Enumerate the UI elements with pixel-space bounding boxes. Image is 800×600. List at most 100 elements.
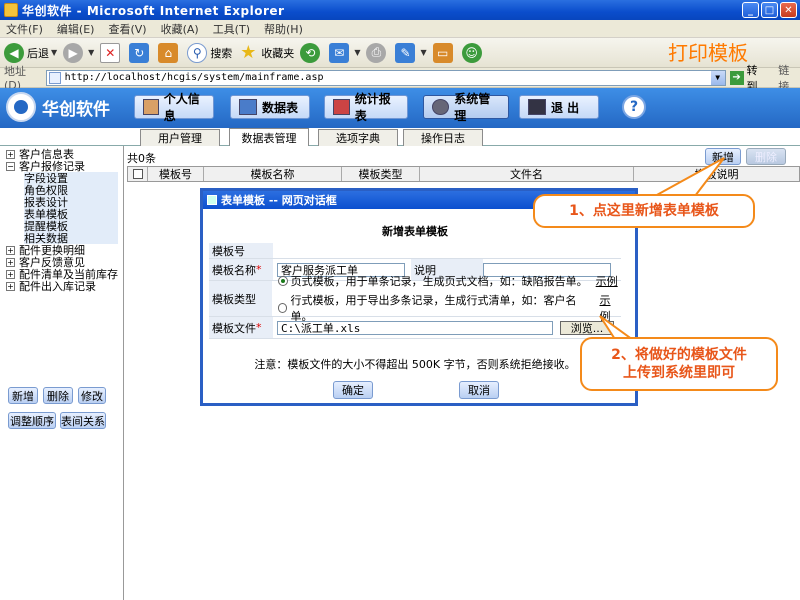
table-relations-button[interactable]: 表间关系 (60, 412, 106, 429)
person-icon (143, 99, 159, 115)
collapse-icon[interactable]: − (6, 161, 15, 171)
browser-toolbar: ◀ 后退 ▼ ▶ ▼ ✕ ↻ ⌂ ⚲ 搜索 ★ 收藏夹 ⟲ ✉ ▼ ⎙ ✎ ▼ ▭ … (0, 38, 800, 68)
dialog-icon (207, 195, 217, 205)
window-titlebar: 华创软件 - Microsoft Internet Explorer _ □ ✕ (0, 0, 800, 20)
left-panel: + 客户信息表 − 客户报修记录 字段设置 角色权限 报表设计 表单模板 提醒模板 … (0, 146, 124, 600)
expand-icon[interactable]: + (6, 149, 15, 159)
radio-selected-icon[interactable] (277, 276, 288, 286)
tab-user-management[interactable]: 用户管理 (140, 129, 220, 146)
cancel-button[interactable]: 取消 (459, 381, 499, 399)
page-icon (48, 71, 61, 84)
column-header: 模板类型 (342, 167, 420, 181)
callout-two-line2: 上传到系统里即可 (623, 365, 735, 381)
template-id-label: 模板号 (209, 243, 273, 258)
forward-button[interactable]: ▶ ▼ (63, 42, 94, 63)
template-file-input[interactable]: C:\派工单.xls (277, 320, 553, 335)
radio-icon[interactable] (277, 303, 288, 313)
app-header: 华创软件 个人信息 数据表 统计报表 系统管理 退 出 ? (0, 88, 800, 128)
left-delete-button[interactable]: 删除 (43, 387, 73, 404)
back-arrow-icon: ◀ (4, 42, 24, 63)
menu-tools[interactable]: 工具(T) (213, 21, 250, 37)
nav-logout-label: 退 出 (551, 100, 580, 115)
logo-icon (6, 92, 36, 122)
add-template-button[interactable]: 新增 (705, 148, 741, 165)
page-template-label: 页式模板，用于单条记录，生成页式文档，如：缺陷报告单。 (290, 275, 588, 288)
help-button[interactable]: ? (622, 95, 646, 119)
expand-icon[interactable]: + (6, 245, 15, 255)
forward-arrow-icon: ▶ (63, 42, 84, 63)
stop-button[interactable]: ✕ (100, 42, 123, 63)
nav-system-admin[interactable]: 系统管理 (423, 92, 509, 123)
column-header: 模板号 (148, 167, 204, 181)
favorites-button[interactable]: ★ 收藏夹 (238, 42, 295, 63)
address-bar: 地址(D) http://localhost/hcgis/system/main… (0, 64, 800, 93)
expand-icon[interactable]: + (6, 269, 15, 279)
template-file-label: 模板文件 * (209, 317, 273, 338)
messenger-icon: ☺ (461, 42, 482, 63)
template-grid-header: 模板号 模板名称 模板类型 文件名 模板说明 (127, 166, 800, 182)
search-button[interactable]: ⚲ 搜索 (187, 42, 233, 63)
minimize-button[interactable]: _ (742, 2, 759, 18)
record-count: 共0条 (127, 152, 156, 165)
nav-personal-info[interactable]: 个人信息 (134, 92, 214, 123)
nav-personal-info-label: 个人信息 (163, 92, 200, 123)
menu-edit[interactable]: 编辑(E) (57, 21, 95, 37)
tab-operation-log[interactable]: 操作日志 (403, 129, 483, 146)
nav-reports[interactable]: 统计报表 (324, 92, 408, 123)
left-add-button[interactable]: 新增 (8, 387, 38, 404)
template-file-label-text: 模板文件 (212, 321, 256, 335)
home-icon: ⌂ (158, 42, 179, 63)
example-link[interactable]: 示例 (596, 273, 618, 289)
left-edit-button[interactable]: 修改 (78, 387, 106, 404)
app-icon (4, 3, 18, 17)
window-title: 华创软件 - Microsoft Internet Explorer (22, 3, 285, 18)
app-logo: 华创软件 (6, 92, 110, 122)
checkbox-icon[interactable] (132, 169, 143, 179)
form-row-id: 模板号 (209, 243, 621, 259)
nav-datatable[interactable]: 数据表 (230, 95, 310, 119)
expand-icon[interactable]: + (6, 281, 15, 291)
chevron-down-icon: ▼ (354, 48, 361, 57)
history-button[interactable]: ⟲ (300, 42, 323, 63)
home-button[interactable]: ⌂ (158, 42, 181, 63)
callout-two-line1: 2、将做好的模板文件 (611, 347, 747, 363)
mail-button[interactable]: ✉ ▼ (329, 42, 361, 63)
column-header: 模板名称 (204, 167, 342, 181)
delete-template-button[interactable]: 删除 (746, 148, 786, 165)
refresh-button[interactable]: ↻ (129, 42, 152, 63)
menu-file[interactable]: 文件(F) (6, 21, 43, 37)
search-label: 搜索 (210, 46, 233, 60)
edit-button[interactable]: ✎ ▼ (395, 42, 427, 63)
expand-icon[interactable]: + (6, 257, 15, 267)
address-input[interactable]: http://localhost/hcgis/system/mainframe.… (45, 69, 726, 86)
tab-strip: 用户管理 数据表管理 选项字典 操作日志 (0, 128, 800, 146)
menu-view[interactable]: 查看(V) (108, 21, 146, 37)
edit-icon: ✎ (395, 42, 416, 63)
printer-icon: ⎙ (366, 42, 387, 63)
messenger-button[interactable]: ☺ (461, 42, 485, 63)
select-all-cell[interactable] (128, 167, 148, 181)
close-button[interactable]: ✕ (780, 2, 797, 18)
tree-node-label: 配件出入库记录 (19, 280, 96, 293)
chart-icon (333, 99, 350, 115)
folder-button[interactable]: ▭ (432, 42, 456, 63)
chevron-down-icon[interactable]: ▼ (710, 70, 725, 85)
page-template-option[interactable]: 页式模板，用于单条记录，生成页式文档，如：缺陷报告单。 示例 (277, 273, 621, 289)
print-button[interactable]: ⎙ (366, 42, 389, 63)
back-button[interactable]: ◀ 后退 ▼ (4, 42, 57, 63)
browse-button[interactable]: 浏览... (560, 321, 614, 335)
reorder-button[interactable]: 调整顺序 (8, 412, 56, 429)
maximize-button[interactable]: □ (761, 2, 778, 18)
ok-button[interactable]: 确定 (333, 381, 373, 399)
tab-datatable-management[interactable]: 数据表管理 (229, 128, 309, 146)
favorites-label: 收藏夹 (261, 46, 295, 60)
file-size-note: 注意：模板文件的大小不得超出 500K 字节，否则系统拒绝接收。 (254, 358, 576, 371)
folder-icon: ▭ (432, 42, 453, 63)
stop-icon: ✕ (100, 42, 121, 63)
menu-help[interactable]: 帮助(H) (264, 21, 303, 37)
menu-favorites[interactable]: 收藏(A) (161, 21, 199, 37)
tab-option-dictionary[interactable]: 选项字典 (318, 129, 398, 146)
template-name-label-text: 模板名称 (212, 263, 256, 277)
nav-logout[interactable]: 退 出 (519, 95, 599, 119)
go-arrow-icon: ➔ (729, 70, 744, 85)
